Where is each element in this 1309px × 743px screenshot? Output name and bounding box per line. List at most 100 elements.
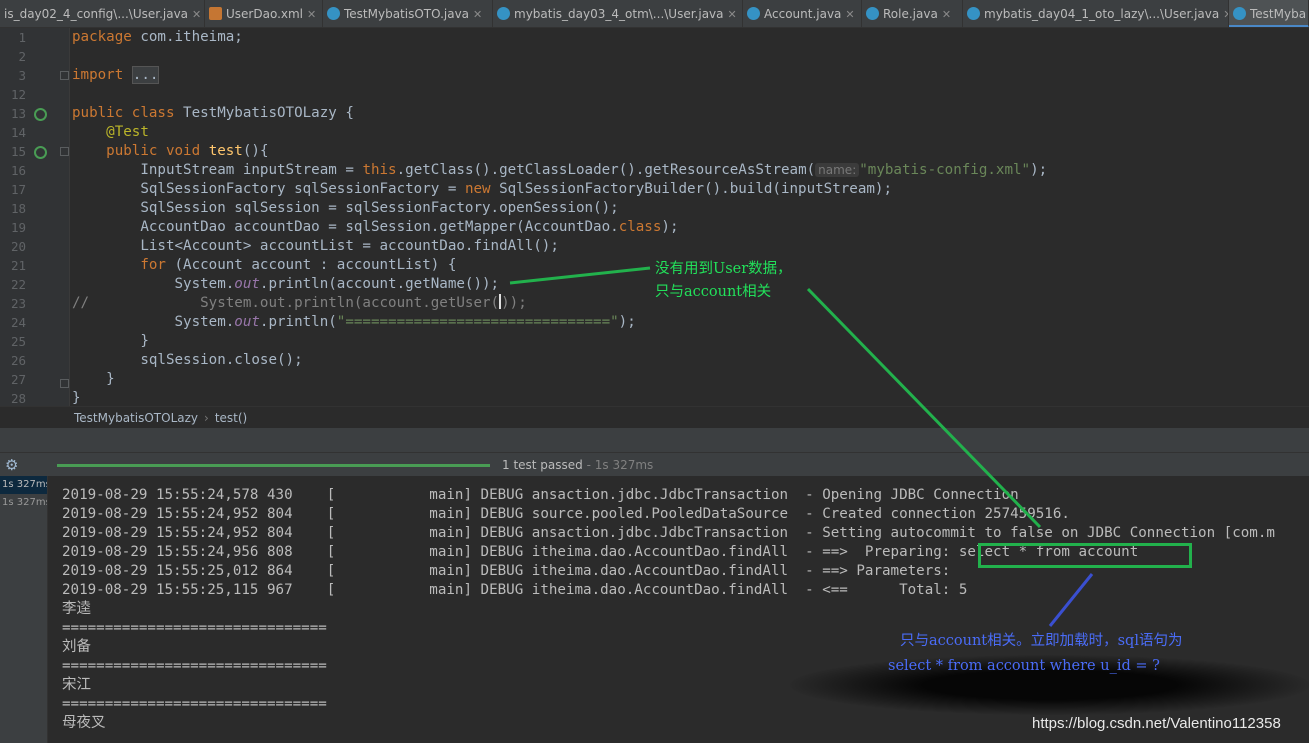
tab-label: mybatis_day03_4_otm\...\User.java bbox=[514, 7, 724, 21]
tab-label: Account.java bbox=[764, 7, 842, 21]
test-tree-item[interactable]: 1s 327ms bbox=[0, 476, 47, 494]
code-line: SqlSession sqlSession = sqlSessionFactor… bbox=[140, 200, 619, 216]
panel-divider[interactable] bbox=[0, 428, 1309, 452]
java-class-icon bbox=[747, 7, 760, 20]
code-line: System.out.println(account.getName()); bbox=[174, 276, 500, 292]
line-number: 12 bbox=[10, 87, 26, 102]
editor-tab-bar: is_day02_4_config\...\User.java ✕ UserDao… bbox=[0, 0, 1309, 28]
xml-file-icon bbox=[209, 7, 222, 20]
tab-user-java-otm[interactable]: mybatis_day03_4_otm\...\User.java ✕ bbox=[493, 0, 743, 27]
tab-account-java[interactable]: Account.java ✕ bbox=[743, 0, 862, 27]
code-line: for (Account account : accountList) { bbox=[140, 257, 457, 273]
console-output-line: 宋江 bbox=[62, 677, 91, 693]
folded-imports[interactable]: ... bbox=[131, 66, 160, 84]
code-line: } bbox=[140, 333, 149, 349]
line-number: 25 bbox=[10, 334, 26, 349]
line-number: 26 bbox=[10, 353, 26, 368]
code-line: AccountDao accountDao = sqlSession.getMa… bbox=[140, 219, 679, 235]
breadcrumb-separator: › bbox=[204, 411, 209, 425]
tab-label: mybatis_day04_1_oto_lazy\...\User.java bbox=[984, 7, 1220, 21]
line-number: 13 bbox=[10, 106, 26, 121]
console-line: 2019-08-29 15:55:24,952 804 [ main] DEBU… bbox=[62, 506, 1070, 522]
tab-testmybatisotolazy[interactable]: TestMyba bbox=[1229, 0, 1309, 27]
parameter-hint: name: bbox=[815, 163, 860, 177]
line-number: 1 bbox=[18, 30, 26, 45]
console-line: 2019-08-29 15:55:25,012 864 [ main] DEBU… bbox=[62, 563, 959, 579]
line-number: 14 bbox=[10, 125, 26, 140]
annotation-blue: 只与account相关。立即加载时，sql语句为 select * from ac… bbox=[888, 633, 1183, 674]
java-class-icon bbox=[327, 7, 340, 20]
code-line: InputStream inputStream = this.getClass(… bbox=[140, 162, 1048, 178]
console-output-line: =============================== bbox=[62, 696, 327, 712]
close-icon[interactable]: ✕ bbox=[192, 8, 201, 21]
code-line: List<Account> accountList = accountDao.f… bbox=[140, 238, 559, 254]
line-number: 27 bbox=[10, 372, 26, 387]
tab-label: is_day02_4_config\...\User.java bbox=[4, 7, 189, 21]
console-line: 2019-08-29 15:55:24,956 808 [ main] DEBU… bbox=[62, 544, 1139, 560]
line-number: 17 bbox=[10, 182, 26, 197]
tab-label: TestMyba bbox=[1250, 7, 1307, 21]
annotation-green: 没有用到User数据， 只与account相关 bbox=[655, 261, 792, 300]
console-output-line: =============================== bbox=[62, 658, 327, 674]
test-progress-bar bbox=[57, 464, 490, 467]
code-line: public void test(){ bbox=[106, 143, 269, 159]
line-number: 18 bbox=[10, 201, 26, 216]
gear-icon[interactable]: ⚙ bbox=[5, 456, 18, 474]
line-number: 22 bbox=[10, 277, 26, 292]
test-status: 1 test passed - 1s 327ms bbox=[502, 458, 654, 472]
line-number: 20 bbox=[10, 239, 26, 254]
code-line: @Test bbox=[106, 124, 149, 140]
code-editor[interactable]: 1 2 3 12 13 14 15 16 17 18 19 20 21 22 2… bbox=[0, 28, 1309, 408]
fold-icon[interactable] bbox=[60, 379, 69, 388]
java-class-icon bbox=[866, 7, 879, 20]
tab-label: Role.java bbox=[883, 7, 938, 21]
test-results-tree: 1s 327ms 1s 327ms bbox=[0, 476, 48, 743]
code-line: package com.itheima; bbox=[72, 29, 243, 45]
breadcrumb: TestMybatisOTOLazy › test() bbox=[0, 406, 1309, 428]
run-toolbar: ⚙ 1 test passed - 1s 327ms bbox=[0, 452, 1309, 476]
tab-testmybatisoto[interactable]: TestMybatisOTO.java ✕ bbox=[323, 0, 493, 27]
tab-user-java-config[interactable]: is_day02_4_config\...\User.java ✕ bbox=[0, 0, 205, 27]
tab-label: TestMybatisOTO.java bbox=[344, 7, 470, 21]
watermark: https://blog.csdn.net/Valentino112358 bbox=[1032, 715, 1281, 732]
java-class-icon bbox=[967, 7, 980, 20]
test-tree-item[interactable]: 1s 327ms bbox=[0, 494, 47, 512]
console-line: 2019-08-29 15:55:24,952 804 [ main] DEBU… bbox=[62, 525, 1275, 541]
console-output-line: 刘备 bbox=[62, 639, 91, 655]
console-line: 2019-08-29 15:55:25,115 967 [ main] DEBU… bbox=[62, 582, 968, 598]
java-class-icon bbox=[1233, 7, 1246, 20]
tab-label: UserDao.xml bbox=[226, 7, 304, 21]
code-line: public class TestMybatisOTOLazy { bbox=[72, 105, 354, 121]
line-number: 15 bbox=[10, 144, 26, 159]
line-number: 19 bbox=[10, 220, 26, 235]
run-test-icon[interactable] bbox=[34, 108, 47, 121]
code-line: import ... bbox=[72, 66, 160, 84]
close-icon[interactable]: ✕ bbox=[307, 8, 316, 21]
tab-role-java[interactable]: Role.java ✕ bbox=[862, 0, 963, 27]
sql-highlight-box bbox=[978, 543, 1192, 568]
line-number: 21 bbox=[10, 258, 26, 273]
run-test-icon[interactable] bbox=[34, 146, 47, 159]
code-line: SqlSessionFactory sqlSessionFactory = ne… bbox=[140, 181, 893, 197]
code-line: sqlSession.close(); bbox=[140, 352, 303, 368]
close-icon[interactable]: ✕ bbox=[845, 8, 854, 21]
console-line: 2019-08-29 15:55:24,578 430 [ main] DEBU… bbox=[62, 487, 1019, 503]
tab-user-java-lazy[interactable]: mybatis_day04_1_oto_lazy\...\User.java✕ bbox=[963, 0, 1229, 27]
close-icon[interactable]: ✕ bbox=[942, 8, 951, 21]
line-number: 23 bbox=[10, 296, 26, 311]
fold-icon[interactable] bbox=[60, 71, 69, 80]
fold-icon[interactable] bbox=[60, 147, 69, 156]
tab-userdao-xml[interactable]: UserDao.xml ✕ bbox=[205, 0, 323, 27]
console-output-line: =============================== bbox=[62, 620, 327, 636]
breadcrumb-method[interactable]: test() bbox=[215, 411, 247, 425]
close-icon[interactable]: ✕ bbox=[473, 8, 482, 21]
code-line: } bbox=[106, 371, 115, 387]
line-number: 3 bbox=[18, 68, 26, 83]
code-line: System.out.println("====================… bbox=[174, 314, 636, 330]
line-number: 16 bbox=[10, 163, 26, 178]
editor-gutter: 1 2 3 12 13 14 15 16 17 18 19 20 21 22 2… bbox=[0, 28, 70, 408]
line-number: 24 bbox=[10, 315, 26, 330]
breadcrumb-class[interactable]: TestMybatisOTOLazy bbox=[74, 411, 198, 425]
code-line: // System.out.println(account.getUser())… bbox=[72, 294, 527, 311]
close-icon[interactable]: ✕ bbox=[728, 8, 737, 21]
